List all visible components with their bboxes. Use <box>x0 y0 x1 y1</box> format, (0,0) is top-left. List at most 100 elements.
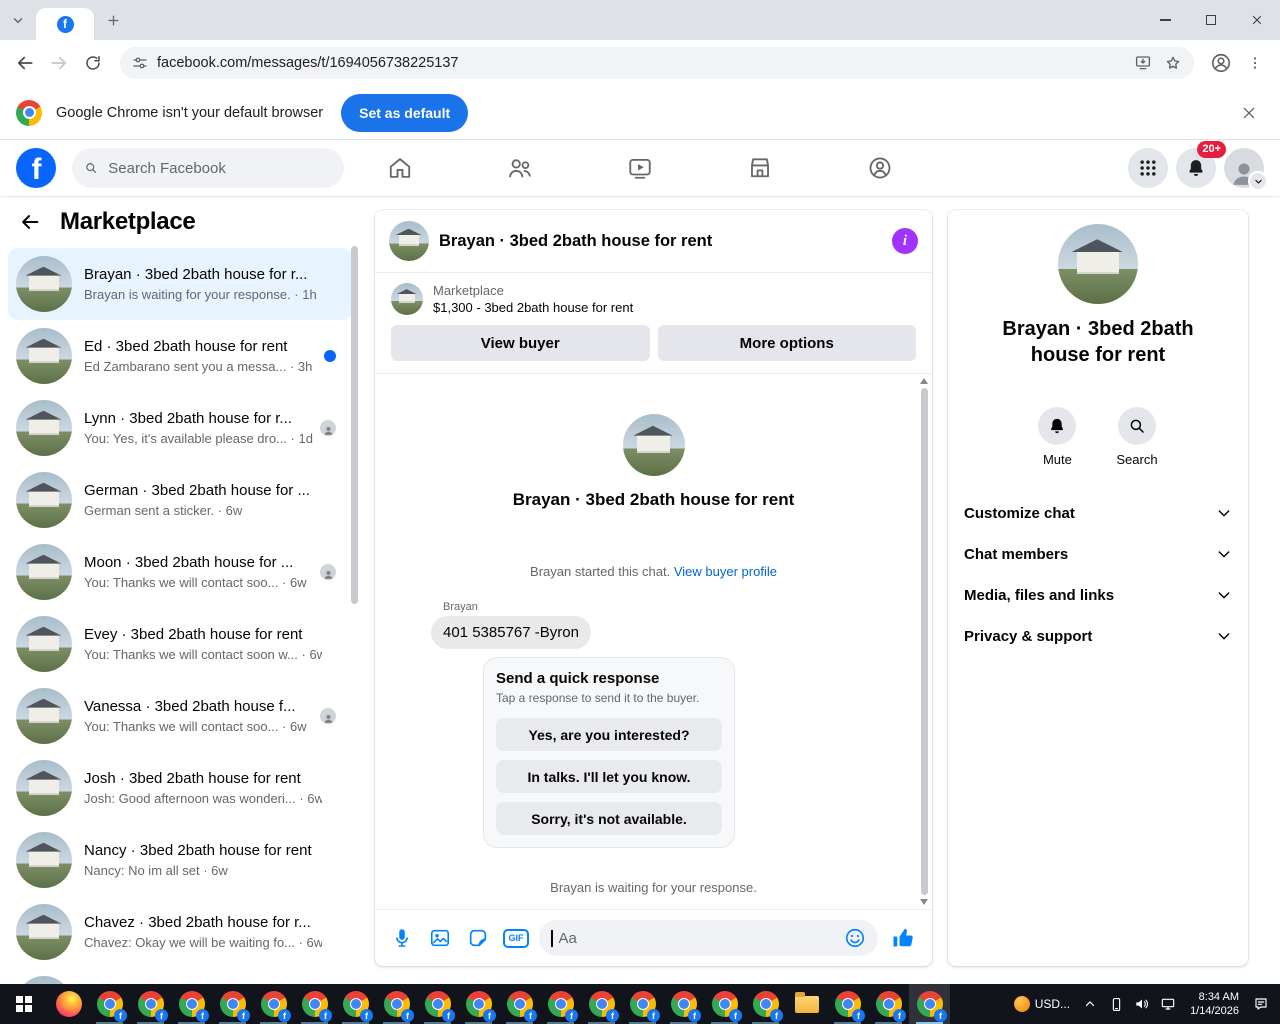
taskbar-chrome-facebook-button[interactable] <box>171 984 212 1024</box>
quick-response-option-3[interactable]: Sorry, it's not available. <box>496 802 722 835</box>
quick-response-title: Send a quick response <box>496 670 660 687</box>
set-as-default-button[interactable]: Set as default <box>341 93 469 132</box>
scroll-up-arrow[interactable] <box>920 378 928 384</box>
chat-list-item-lynn[interactable]: Lynn · 3bed 2bath house for r... You: Ye… <box>8 392 352 464</box>
banner-close-button[interactable] <box>1234 98 1264 128</box>
facebook-logo[interactable] <box>16 148 56 188</box>
back-button[interactable] <box>16 208 44 236</box>
taskbar-chrome-facebook-button[interactable] <box>745 984 786 1024</box>
chat-list-item-moon[interactable]: Moon · 3bed 2bath house for ... You: Tha… <box>8 536 352 608</box>
view-buyer-button[interactable]: View buyer <box>391 325 650 361</box>
chat-list-item-josh[interactable]: Josh · 3bed 2bath house for rent Josh: G… <box>8 752 352 824</box>
section-media-files-links[interactable]: Media, files and links <box>948 575 1248 616</box>
chat-list-item-evey[interactable]: Evey · 3bed 2bath house for rent You: Th… <box>8 608 352 680</box>
taskbar-chrome-facebook-button[interactable] <box>253 984 294 1024</box>
profile-button[interactable] <box>1224 148 1268 191</box>
taskbar-chrome-facebook-button[interactable] <box>89 984 130 1024</box>
view-buyer-profile-link[interactable]: View buyer profile <box>674 564 777 579</box>
tray-show-hidden-icons-button[interactable] <box>1077 984 1103 1024</box>
taskbar-chrome-facebook-button[interactable] <box>827 984 868 1024</box>
nav-home[interactable] <box>345 142 455 194</box>
taskbar-chrome-facebook-button[interactable] <box>335 984 376 1024</box>
sidebar-scrollbar[interactable] <box>351 246 358 604</box>
section-privacy-support[interactable]: Privacy & support <box>948 616 1248 657</box>
nav-friends[interactable] <box>465 142 575 194</box>
nav-groups[interactable] <box>825 142 935 194</box>
facebook-tab[interactable] <box>36 8 94 40</box>
chat-list-item-ed[interactable]: Ed · 3bed 2bath house for rent Ed Zambar… <box>8 320 352 392</box>
action-center-button[interactable] <box>1248 984 1274 1024</box>
tray-phone-icon[interactable] <box>1103 984 1129 1024</box>
quick-response-option-1[interactable]: Yes, are you interested? <box>496 718 722 751</box>
like-button[interactable] <box>886 921 920 955</box>
taskbar-file-explorer-button[interactable] <box>786 984 827 1024</box>
start-button[interactable] <box>0 984 48 1024</box>
voice-clip-button[interactable] <box>387 923 417 953</box>
taskbar-chrome-facebook-button[interactable] <box>130 984 171 1024</box>
chat-list-item-german[interactable]: German · 3bed 2bath house for ... German… <box>8 464 352 536</box>
taskbar-chrome-facebook-button[interactable] <box>909 984 950 1024</box>
emoji-button[interactable] <box>844 927 866 949</box>
tray-currency-widget[interactable]: USD... <box>1007 984 1077 1024</box>
taskbar-chrome-facebook-button[interactable] <box>294 984 335 1024</box>
bookmark-star-icon[interactable] <box>1164 54 1182 72</box>
taskbar-firefox-button[interactable] <box>48 984 89 1024</box>
window-close-button[interactable] <box>1234 0 1280 40</box>
search-in-conversation-button[interactable]: Search <box>1116 406 1158 467</box>
scrollbar-thumb[interactable] <box>920 388 928 895</box>
section-chat-members[interactable]: Chat members <box>948 534 1248 575</box>
new-tab-button[interactable] <box>102 9 124 31</box>
notifications-button[interactable]: 20+ <box>1176 141 1226 188</box>
browser-forward-button[interactable] <box>42 46 76 80</box>
sticker-button[interactable] <box>463 923 493 953</box>
tray-network-icon[interactable] <box>1155 984 1181 1024</box>
message-input[interactable] <box>556 928 840 948</box>
attach-image-button[interactable] <box>425 923 455 953</box>
facebook-badge-icon <box>606 1009 619 1022</box>
mute-button[interactable]: Mute <box>1038 406 1077 467</box>
browser-back-button[interactable] <box>8 46 42 80</box>
search-input[interactable] <box>106 158 332 178</box>
chat-list-item-partial[interactable]: 3bed 2bath house for re... <box>8 968 352 984</box>
window-minimize-button[interactable] <box>1142 0 1188 40</box>
taskbar-chrome-facebook-button[interactable] <box>704 984 745 1024</box>
conversation-info-button[interactable] <box>892 228 918 254</box>
taskbar-clock[interactable]: 8:34 AM 1/14/2026 <box>1181 990 1248 1018</box>
address-bar[interactable]: facebook.com/messages/t/1694056738225137 <box>120 47 1194 79</box>
taskbar-chrome-facebook-button[interactable] <box>868 984 909 1024</box>
taskbar-chrome-facebook-button[interactable] <box>499 984 540 1024</box>
taskbar-chrome-facebook-button[interactable] <box>581 984 622 1024</box>
nav-marketplace[interactable] <box>705 142 815 194</box>
tab-search-button[interactable] <box>6 10 30 30</box>
site-controls-icon[interactable] <box>132 55 148 71</box>
conversation-header[interactable]: Brayan · 3bed 2bath house for rent <box>375 210 932 273</box>
message-scrollbar[interactable] <box>918 378 930 905</box>
chat-list-item-vanessa[interactable]: Vanessa · 3bed 2bath house f... You: Tha… <box>8 680 352 752</box>
window-maximize-button[interactable] <box>1188 0 1234 40</box>
taskbar-chrome-facebook-button[interactable] <box>458 984 499 1024</box>
message-input-pill[interactable] <box>539 920 878 956</box>
browser-profile-button[interactable] <box>1204 46 1238 80</box>
more-options-button[interactable]: More options <box>657 325 916 361</box>
browser-reload-button[interactable] <box>76 46 110 80</box>
chat-list-item-brayan[interactable]: Brayan · 3bed 2bath house for r... Braya… <box>8 248 352 320</box>
browser-menu-button[interactable] <box>1238 46 1272 80</box>
quick-response-option-2[interactable]: In talks. I'll let you know. <box>496 760 722 793</box>
taskbar-chrome-facebook-button[interactable] <box>417 984 458 1024</box>
chat-list-item-chavez[interactable]: Chavez · 3bed 2bath house for r... Chave… <box>8 896 352 968</box>
taskbar-chrome-facebook-button[interactable] <box>663 984 704 1024</box>
facebook-search[interactable] <box>72 148 344 188</box>
chat-list-item-nancy[interactable]: Nancy · 3bed 2bath house for rent Nancy:… <box>8 824 352 896</box>
taskbar-chrome-facebook-button[interactable] <box>622 984 663 1024</box>
section-customize-chat[interactable]: Customize chat <box>948 493 1248 534</box>
tray-volume-icon[interactable] <box>1129 984 1155 1024</box>
taskbar-chrome-facebook-button[interactable] <box>212 984 253 1024</box>
taskbar-chrome-facebook-button[interactable] <box>376 984 417 1024</box>
nav-watch[interactable] <box>585 142 695 194</box>
taskbar-chrome-facebook-button[interactable] <box>540 984 581 1024</box>
url-text[interactable]: facebook.com/messages/t/1694056738225137 <box>157 55 1122 71</box>
gif-button[interactable] <box>501 923 531 953</box>
apps-menu-button[interactable] <box>1128 148 1168 188</box>
scroll-down-arrow[interactable] <box>920 899 928 905</box>
install-app-icon[interactable] <box>1134 54 1152 72</box>
